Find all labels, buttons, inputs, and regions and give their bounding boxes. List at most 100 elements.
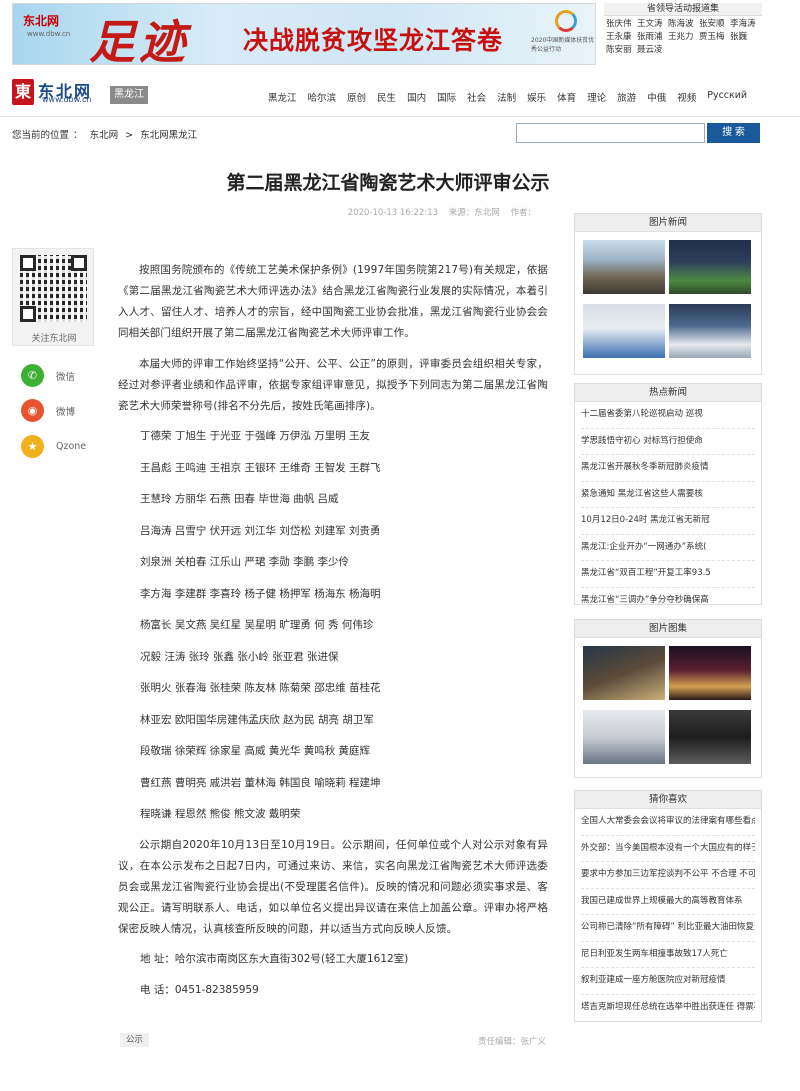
- guess-item[interactable]: 塔吉克斯坦现任总统在选举中胜出获连任 得票率90.92%: [581, 995, 755, 1021]
- share-label-weibo: 微博: [56, 406, 76, 418]
- awardee-name-row: 张明火 张春海 张桂荣 陈友林 陈菊荣 邵忠维 苗桂花: [140, 682, 381, 694]
- leader-name-link[interactable]: 陈海波: [668, 18, 699, 31]
- share-wechat-button[interactable]: ✆ 微信: [21, 364, 75, 387]
- nav-item[interactable]: 娱乐: [527, 90, 546, 104]
- share-qzone-button[interactable]: ★ Qzone: [21, 435, 86, 458]
- hot-news-item[interactable]: 黑龙江省开展秋冬季新冠肺炎疫情: [581, 455, 755, 482]
- guess-you-like-list: 全国人大常委会会议将审议的法律案有哪些看点 外交部：当今美国根本没有一个大国应有的…: [575, 809, 761, 1020]
- gallery-image-2[interactable]: [669, 646, 751, 700]
- nav-item[interactable]: 国际: [437, 90, 456, 104]
- article-paragraph-1: 按照国务院颁布的《传统工艺美术保护条例》(1997年国务院第217号)有关规定，…: [118, 264, 548, 339]
- leader-name-link[interactable]: 王兆力: [668, 31, 699, 44]
- photo-news-image-3[interactable]: [583, 304, 665, 358]
- banner-brush-text: 足迹: [89, 15, 189, 65]
- nav-item[interactable]: 视频: [677, 90, 696, 104]
- nav-item[interactable]: 哈尔滨: [308, 90, 337, 104]
- top-banner-ad[interactable]: 东北网 www.dbw.cn 足迹 决战脱贫攻坚龙江答卷 2020中国新媒体扶贫…: [12, 3, 596, 65]
- hot-news-list: 十二届省委第八轮巡视启动 巡视 学思践悟守初心 对标笃行担使命 黑龙江省开展秋冬季新…: [575, 402, 761, 613]
- hot-news-item[interactable]: 黑龙江省“双百工程”开复工率93.5: [581, 561, 755, 588]
- gallery-box: 图片图集: [574, 619, 762, 778]
- nav-item[interactable]: 理论: [587, 90, 606, 104]
- article-datetime: 2020-10-13 16:22:13: [347, 208, 439, 218]
- gallery-image-1[interactable]: [583, 646, 665, 700]
- article-meta: 2020-10-13 16:22:13 来源：东北网 作者：: [120, 206, 536, 218]
- guess-item[interactable]: 外交部：当今美国根本没有一个大国应有的样子: [581, 836, 755, 862]
- awardee-name-row: 王慧玲 方丽华 石燕 田春 毕世海 曲帆 吕威: [140, 493, 339, 505]
- leader-name-link[interactable]: 聂云凌: [637, 44, 668, 57]
- banner-mini-url: www.dbw.cn: [27, 30, 71, 38]
- guess-item[interactable]: 叙利亚建成一座方舱医院应对新冠疫情: [581, 968, 755, 995]
- awardee-name-row: 况毅 汪涛 张玲 张鑫 张小岭 张亚君 张进保: [140, 650, 339, 663]
- hot-news-item[interactable]: 学思践悟守初心 对标笃行担使命: [581, 429, 755, 455]
- photo-news-image-1[interactable]: [583, 240, 665, 294]
- logo-url: www.dbw.cn: [42, 95, 92, 104]
- awardee-name-row: 林亚宏 欧阳国华房建伟孟庆欣 赵为民 胡亮 胡卫军: [140, 713, 374, 726]
- hot-news-box: 热点新闻 十二届省委第八轮巡视启动 巡视 学思践悟守初心 对标笃行担使命 黑龙江省开…: [574, 383, 762, 605]
- share-weibo-button[interactable]: ◉ 微博: [21, 399, 75, 422]
- guess-item[interactable]: 公司称已清除“所有障碍” 利比亚最大油田恢复生产: [581, 915, 755, 942]
- guess-you-like-box: 猜你喜欢 全国人大常委会会议将审议的法律案有哪些看点 外交部：当今美国根本没有一个…: [574, 790, 762, 1022]
- nav-item[interactable]: 民生: [377, 90, 396, 104]
- nav-item[interactable]: 黑龙江: [268, 90, 297, 104]
- awardee-name-row: 段敬瑞 徐荣辉 徐家星 高威 黄光华 黄鸣秋 黄庭辉: [140, 745, 371, 757]
- hot-news-item[interactable]: 10月12日0-24时 黑龙江省无新冠: [581, 508, 755, 535]
- nav-item[interactable]: 法制: [497, 90, 516, 104]
- banner-badge-icon: [555, 10, 577, 32]
- nav-item[interactable]: 社会: [467, 90, 486, 104]
- breadcrumb-item-home[interactable]: 东北网: [90, 130, 119, 141]
- leader-name-link[interactable]: 张巍: [730, 31, 761, 44]
- leader-name-link[interactable]: 王永康: [606, 31, 637, 44]
- leader-name-link[interactable]: 张庆伟: [606, 18, 637, 31]
- qr-code-icon: [20, 255, 87, 322]
- article-body: 按照国务院颁布的《传统工艺美术保护条例》(1997年国务院第217号)有关规定，…: [118, 260, 548, 1006]
- nav-item[interactable]: Русский: [707, 90, 747, 104]
- hot-news-item[interactable]: 黑龙江省“三调办”争分夺秒确保高: [581, 588, 755, 614]
- qzone-icon: ★: [21, 435, 44, 458]
- leader-name-link[interactable]: 李海涛: [730, 18, 761, 31]
- awardee-name-row: 李方海 李建群 李喜玲 杨子健 杨押军 杨海东 杨海明: [140, 587, 381, 600]
- photo-news-image-4[interactable]: [669, 304, 751, 358]
- article-tag[interactable]: 公示: [120, 1033, 150, 1047]
- leader-box-title[interactable]: 省领导活动报道集: [604, 3, 762, 16]
- banner-mini-logo: 东北网: [23, 14, 60, 28]
- hot-news-item[interactable]: 黑龙江:企业开办“一网通办”系统(: [581, 535, 755, 561]
- hot-news-item[interactable]: 十二届省委第八轮巡视启动 巡视: [581, 402, 755, 429]
- breadcrumb-separator: >: [125, 130, 134, 141]
- article-paragraph-3: 公示期自2020年10月13日至10月19日。公示期间，任何单位或个人对公示对象…: [118, 838, 548, 935]
- search-button[interactable]: 搜 索: [707, 123, 760, 143]
- awardee-name-list: 丁德荣 丁旭生 于光亚 于强峰 万伊泓 万里明 王友 王昌彪 王鸣迪 王祖京 王银…: [118, 421, 548, 831]
- nav-item[interactable]: 国内: [407, 90, 426, 104]
- leader-name-link[interactable]: 张雨浦: [637, 31, 668, 44]
- awardee-name-row: 刘泉洲 关柏春 江乐山 严珺 李勋 李鹏 李少伶: [140, 556, 350, 568]
- search-input[interactable]: [516, 123, 705, 143]
- awardee-name-row: 杨富长 吴文燕 吴红星 吴星明 旷理勇 何 秀 何伟珍: [140, 619, 374, 631]
- awardee-name-row: 程晓谦 程恩然 熊俊 熊文波 戴明荣: [140, 808, 301, 820]
- breadcrumb-label: 您当前的位置: [12, 130, 70, 141]
- nav-item[interactable]: 体育: [557, 90, 576, 104]
- hot-news-item[interactable]: 紧急通知 黑龙江省这些人需要核: [581, 482, 755, 508]
- leader-name-link[interactable]: 张安顺: [699, 18, 730, 31]
- leader-name-link[interactable]: 陈安丽: [606, 44, 637, 57]
- awardee-name-row: 王昌彪 王鸣迪 王祖京 王银环 王维奇 王智发 王群飞: [140, 461, 381, 474]
- awardee-name-row: 吕海涛 吕雪宁 伏开远 刘江华 刘岱松 刘建军 刘贵勇: [140, 524, 381, 537]
- guess-item[interactable]: 我国已建成世界上规模最大的高等教育体系: [581, 889, 755, 915]
- gallery-image-3[interactable]: [583, 710, 665, 764]
- photo-news-image-2[interactable]: [669, 240, 751, 294]
- nav-item[interactable]: 原创: [347, 90, 366, 104]
- region-tag[interactable]: 黑龙江: [110, 86, 148, 104]
- nav-item[interactable]: 旅游: [617, 90, 636, 104]
- leader-activity-box: 省领导活动报道集 张庆伟 王文涛 陈海波 张安顺 李海涛王永康 张雨浦 王兆力 贾玉梅 张巍陈安…: [604, 3, 762, 61]
- leader-name-link[interactable]: 王文涛: [637, 18, 668, 31]
- nav-item[interactable]: 中俄: [647, 90, 666, 104]
- leader-name-link[interactable]: 贾玉梅: [699, 31, 730, 44]
- banner-badge-text: 2020中国新媒体扶贫优秀公益行动: [531, 37, 595, 53]
- leader-name-list: 张庆伟 王文涛 陈海波 张安顺 李海涛王永康 张雨浦 王兆力 贾玉梅 张巍陈安丽 聂云凌: [604, 16, 762, 57]
- guess-item[interactable]: 要求中方参加三边军控谈判不公平 不合理 不可行: [581, 862, 755, 889]
- breadcrumb-item-heilongjiang[interactable]: 东北网黑龙江: [140, 130, 197, 141]
- responsible-editor: 责任编辑：张广义: [478, 1037, 547, 1047]
- guess-item[interactable]: 全国人大常委会会议将审议的法律案有哪些看点: [581, 809, 755, 836]
- gallery-image-4[interactable]: [669, 710, 751, 764]
- guess-item[interactable]: 尼日利亚发生两车相撞事故致17人死亡: [581, 942, 755, 968]
- awardee-name-row: 丁德荣 丁旭生 于光亚 于强峰 万伊泓 万里明 王友: [140, 430, 371, 442]
- article-paragraph-2: 本届大师的评审工作始终坚持“公开、公平、公正”的原则，评审委员会组织相关专家，经…: [118, 358, 548, 412]
